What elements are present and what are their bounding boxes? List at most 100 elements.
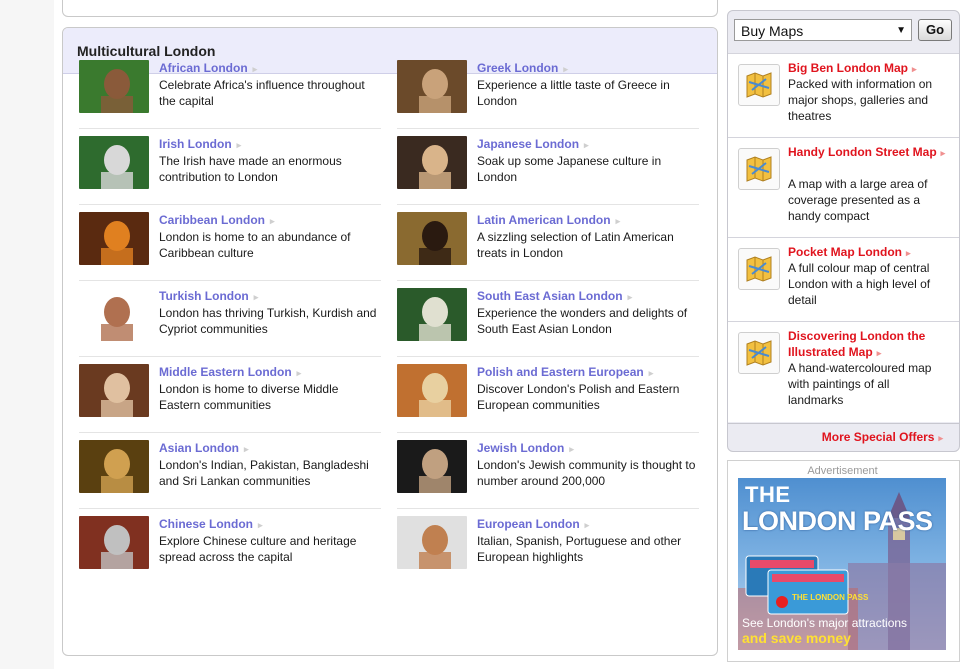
community-title: Greek London xyxy=(477,61,559,75)
advertisement-label: Advertisement xyxy=(807,465,878,477)
map-offer-title: Big Ben London Map xyxy=(788,61,908,75)
map-offer-link[interactable]: Pocket Map London ▸ xyxy=(788,244,948,261)
go-button[interactable]: Go xyxy=(918,19,952,41)
more-special-offers-link[interactable]: More Special Offers ▸ xyxy=(728,423,959,449)
row-divider xyxy=(397,280,699,281)
community-description: Experience the wonders and delights of S… xyxy=(477,306,688,336)
row-divider xyxy=(397,204,699,205)
map-offer-link[interactable]: Handy London Street Map ▸ xyxy=(788,144,948,161)
map-offer: Big Ben London Map ▸ Packed with informati… xyxy=(728,53,959,138)
community-photo[interactable] xyxy=(397,136,467,189)
community-photo[interactable] xyxy=(79,516,149,569)
map-offer-description: A map with a large area of coverage pres… xyxy=(788,177,928,223)
community-item: Latin American London ▸ A sizzling selecti… xyxy=(397,209,699,281)
arrow-right-icon: ▸ xyxy=(563,64,568,74)
row-divider xyxy=(397,128,699,129)
arrow-right-icon: ▸ xyxy=(244,444,249,454)
community-photo[interactable] xyxy=(79,440,149,493)
community-title: Middle Eastern London xyxy=(159,365,292,379)
community-item: Chinese London ▸ Explore Chinese culture a… xyxy=(79,513,381,585)
map-offer-description: Packed with information on major shops, … xyxy=(788,77,933,123)
community-photo[interactable] xyxy=(79,364,149,417)
community-photo[interactable] xyxy=(397,364,467,417)
community-link[interactable]: Greek London ▸ xyxy=(477,61,568,75)
community-description: Discover London's Polish and Eastern Eur… xyxy=(477,382,680,412)
london-pass-advert[interactable]: THE LONDON PASS THE LONDON PASS See Lond… xyxy=(738,478,946,650)
community-photo[interactable] xyxy=(397,516,467,569)
folded-map-icon[interactable] xyxy=(738,248,780,290)
community-link[interactable]: Latin American London ▸ xyxy=(477,213,620,227)
community-link[interactable]: Chinese London ▸ xyxy=(159,517,263,531)
arrow-right-icon: ▸ xyxy=(584,140,589,150)
community-photo[interactable] xyxy=(397,288,467,341)
community-title: Turkish London xyxy=(159,289,249,303)
arrow-right-icon: ▸ xyxy=(569,444,574,454)
community-item: South East Asian London ▸ Experience the w… xyxy=(397,285,699,357)
arrow-right-icon: ▸ xyxy=(940,148,946,158)
community-description: Experience a little taste of Greece in L… xyxy=(477,78,670,108)
arrow-right-icon: ▸ xyxy=(627,292,633,302)
community-link[interactable]: European London ▸ xyxy=(477,517,589,531)
community-link[interactable]: Caribbean London ▸ xyxy=(159,213,275,227)
buy-maps-select[interactable]: Buy Maps ▼ xyxy=(734,19,912,41)
community-photo[interactable] xyxy=(79,136,149,189)
community-photo[interactable] xyxy=(397,212,467,265)
row-divider xyxy=(79,432,381,433)
community-title: Caribbean London xyxy=(159,213,265,227)
community-description: Soak up some Japanese culture in London xyxy=(477,154,662,184)
community-photo[interactable] xyxy=(79,60,149,113)
row-divider xyxy=(397,356,699,357)
map-offer-link[interactable]: Discovering London the Illustrated Map ▸ xyxy=(788,328,948,361)
community-link[interactable]: Turkish London ▸ xyxy=(159,289,258,303)
community-description: Celebrate Africa's influence throughout … xyxy=(159,78,365,108)
chevron-down-icon: ▼ xyxy=(896,25,906,36)
community-link[interactable]: Middle Eastern London ▸ xyxy=(159,365,301,379)
community-link[interactable]: Jewish London ▸ xyxy=(477,441,574,455)
community-description: London is home to an abundance of Caribb… xyxy=(159,230,351,260)
previous-panel-edge xyxy=(62,0,718,17)
map-offer: Pocket Map London ▸ A full colour map of c… xyxy=(728,237,959,322)
community-description: London is home to diverse Middle Eastern… xyxy=(159,382,339,412)
community-description: Explore Chinese culture and heritage spr… xyxy=(159,534,357,564)
community-link[interactable]: Japanese London ▸ xyxy=(477,137,589,151)
community-description: The Irish have made an enormous contribu… xyxy=(159,154,342,184)
community-link[interactable]: African London ▸ xyxy=(159,61,257,75)
community-description: London has thriving Turkish, Kurdish and… xyxy=(159,306,377,336)
community-title: Japanese London xyxy=(477,137,580,151)
community-item: Irish London ▸ The Irish have made an enor… xyxy=(79,133,381,205)
map-offer-title: Discovering London the Illustrated Map xyxy=(788,329,926,359)
folded-map-icon[interactable] xyxy=(738,148,780,190)
arrow-right-icon: ▸ xyxy=(252,64,258,74)
arrow-right-icon: ▸ xyxy=(911,64,917,74)
community-link[interactable]: Asian London ▸ xyxy=(159,441,249,455)
community-title: Latin American London xyxy=(477,213,611,227)
folded-map-icon[interactable] xyxy=(738,332,780,374)
arrow-right-icon: ▸ xyxy=(584,520,590,530)
row-divider xyxy=(397,508,699,509)
folded-map-icon[interactable] xyxy=(738,64,780,106)
community-title: South East Asian London xyxy=(477,289,623,303)
row-divider xyxy=(79,356,381,357)
community-photo[interactable] xyxy=(397,440,467,493)
arrow-right-icon: ▸ xyxy=(236,140,242,150)
community-photo[interactable] xyxy=(79,212,149,265)
map-offer-description: A full colour map of central London with… xyxy=(788,261,931,307)
page-margin xyxy=(0,0,54,669)
arrow-right-icon: ▸ xyxy=(253,292,259,302)
community-link[interactable]: Polish and Eastern European ▸ xyxy=(477,365,653,379)
community-photo[interactable] xyxy=(79,288,149,341)
community-photo[interactable] xyxy=(397,60,467,113)
advert-tagline: See London's major attractions and save … xyxy=(738,616,946,646)
community-item: African London ▸ Celebrate Africa's influe… xyxy=(79,57,381,129)
multicultural-panel: Multicultural London African London ▸ Cele… xyxy=(62,27,718,656)
advert-tagline-line2: and save money xyxy=(742,630,851,646)
community-item: Asian London ▸ London's Indian, Pakistan, … xyxy=(79,437,381,509)
community-link[interactable]: South East Asian London ▸ xyxy=(477,289,632,303)
advert-brand-line1: THE xyxy=(745,482,791,507)
community-link[interactable]: Irish London ▸ xyxy=(159,137,241,151)
community-description: Italian, Spanish, Portuguese and other E… xyxy=(477,534,682,564)
map-offer-link[interactable]: Big Ben London Map ▸ xyxy=(788,60,948,77)
select-value: Buy Maps xyxy=(741,23,804,39)
map-offer-description: A hand-watercoloured map with paintings … xyxy=(788,361,932,407)
community-item: Turkish London ▸ London has thriving Turki… xyxy=(79,285,381,357)
